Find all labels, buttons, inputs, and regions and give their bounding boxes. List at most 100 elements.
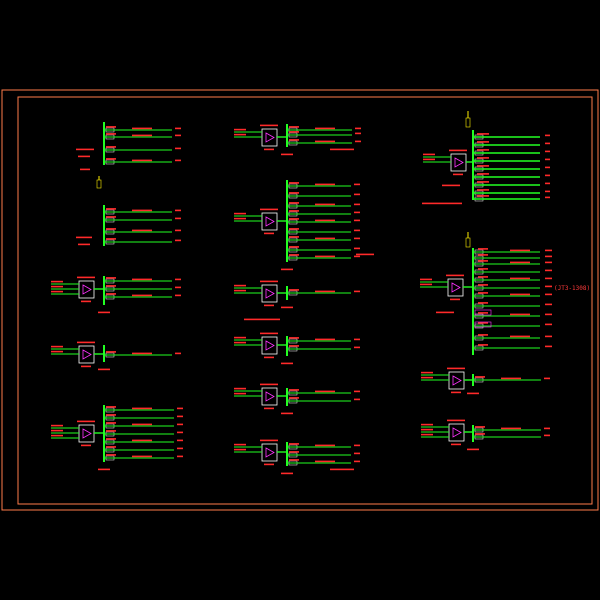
feeder-id-mark [475, 376, 485, 378]
inlet-label-mark [234, 448, 246, 451]
device-caption-mark [450, 298, 460, 301]
feeder-end-mark [545, 293, 552, 296]
feeder-end-mark [175, 352, 181, 355]
group-caption-mark [467, 448, 479, 451]
feeder-spec-mark [132, 352, 152, 355]
feeder-id-mark [106, 133, 116, 135]
feeder-id-mark [106, 446, 116, 448]
feeder-end-mark [545, 255, 552, 258]
inlet-label-mark [234, 387, 246, 390]
feeder-spec-mark [315, 219, 335, 222]
inlet-label-mark [234, 217, 246, 220]
feeder-end-mark [354, 390, 360, 393]
feeder-end-mark [177, 415, 183, 418]
feeder-end-mark [545, 182, 550, 185]
feeder-id-mark [478, 322, 488, 324]
device-tag-mark [260, 124, 278, 127]
feeder-id-mark [478, 344, 488, 346]
feeder-spec-mark [510, 249, 530, 252]
feeder-end-mark [545, 150, 550, 153]
device-tag-mark [77, 341, 95, 344]
group-caption-mark [467, 392, 479, 395]
feeder-id-mark [289, 443, 299, 445]
inlet-label-mark [234, 443, 246, 446]
feeder-id-mark [478, 254, 488, 256]
feeder-id-mark [477, 173, 489, 175]
feeder-id-mark [106, 228, 116, 230]
annotation-note: (JT3-1308) [554, 285, 590, 292]
group-caption-mark [80, 168, 90, 171]
feeder-spec-mark [315, 460, 335, 463]
device-caption-mark [264, 463, 274, 466]
feeder-id-mark [106, 454, 116, 456]
feeder-id-mark [106, 277, 116, 279]
feeder-end-mark [354, 237, 360, 240]
inlet-label-mark [421, 423, 433, 426]
feeder-id-mark [289, 337, 299, 339]
group-caption-mark [244, 318, 280, 321]
inlet-label-mark [234, 212, 246, 215]
feeder-id-mark [289, 218, 299, 220]
feeder-spec-mark [132, 407, 152, 410]
device-tag-mark [449, 149, 467, 152]
inlet-label-mark [51, 280, 63, 283]
feeder-id-mark [478, 334, 488, 336]
feeder-end-mark [545, 190, 550, 193]
feeder-end-mark [354, 255, 360, 258]
feeder-spec-mark [132, 229, 152, 232]
feeder-id-mark [289, 236, 299, 238]
device-tag-mark [260, 332, 278, 335]
feeder-end-mark [175, 239, 181, 242]
group-caption-mark [281, 472, 293, 475]
feeder-end-mark [354, 219, 360, 222]
feeder-end-mark [175, 134, 181, 137]
group-caption-mark [330, 468, 354, 471]
feeder-id-mark [106, 126, 116, 128]
feeder-end-mark [354, 247, 360, 250]
feeder-spec-mark [132, 127, 152, 130]
feeder-spec-mark [315, 140, 335, 143]
feeder-id-mark [106, 438, 116, 440]
group-caption-mark [356, 253, 374, 256]
feeder-end-mark [354, 229, 360, 232]
inlet-label-mark [51, 345, 63, 348]
inlet-label-mark [51, 285, 63, 288]
feeder-spec-mark [132, 455, 152, 458]
feeder-end-mark [354, 346, 360, 349]
feeder-spec-mark [315, 390, 335, 393]
feeder-end-mark [355, 140, 361, 143]
feeder-id-mark [477, 133, 489, 135]
group-caption-mark [98, 311, 110, 314]
feeder-end-mark [354, 183, 360, 186]
group-caption-mark [281, 268, 293, 271]
feeder-id-mark [478, 312, 488, 314]
feeder-id-mark [289, 397, 299, 399]
feeder-id-mark [478, 302, 488, 304]
feeder-end-mark [354, 193, 360, 196]
feeder-spec-mark [510, 261, 530, 264]
feeder-end-mark [355, 132, 361, 135]
feeder-id-mark [289, 451, 299, 453]
inlet-label-mark [421, 376, 433, 379]
device-caption-mark [81, 300, 91, 303]
feeder-end-mark [175, 229, 181, 232]
feeder-id-mark [289, 202, 299, 204]
feeder-end-mark [545, 285, 552, 288]
feeder-spec-mark [510, 335, 530, 338]
feeder-spec-mark [501, 427, 521, 430]
feeder-id-mark [106, 414, 116, 416]
feeder-id-mark [289, 131, 299, 133]
feeder-end-mark [545, 335, 552, 338]
feeder-spec-mark [501, 377, 521, 380]
feeder-end-mark [354, 290, 360, 293]
feeder-id-mark [289, 254, 299, 256]
feeder-end-mark [175, 127, 181, 130]
inlet-label-mark [420, 278, 432, 281]
device-caption-mark [81, 365, 91, 368]
feeder-spec-mark [132, 278, 152, 281]
inlet-label-mark [423, 158, 435, 161]
feeder-id-mark [106, 146, 116, 148]
feeder-end-mark [354, 398, 360, 401]
feeder-id-mark [289, 139, 299, 141]
group-caption-mark [281, 306, 293, 309]
